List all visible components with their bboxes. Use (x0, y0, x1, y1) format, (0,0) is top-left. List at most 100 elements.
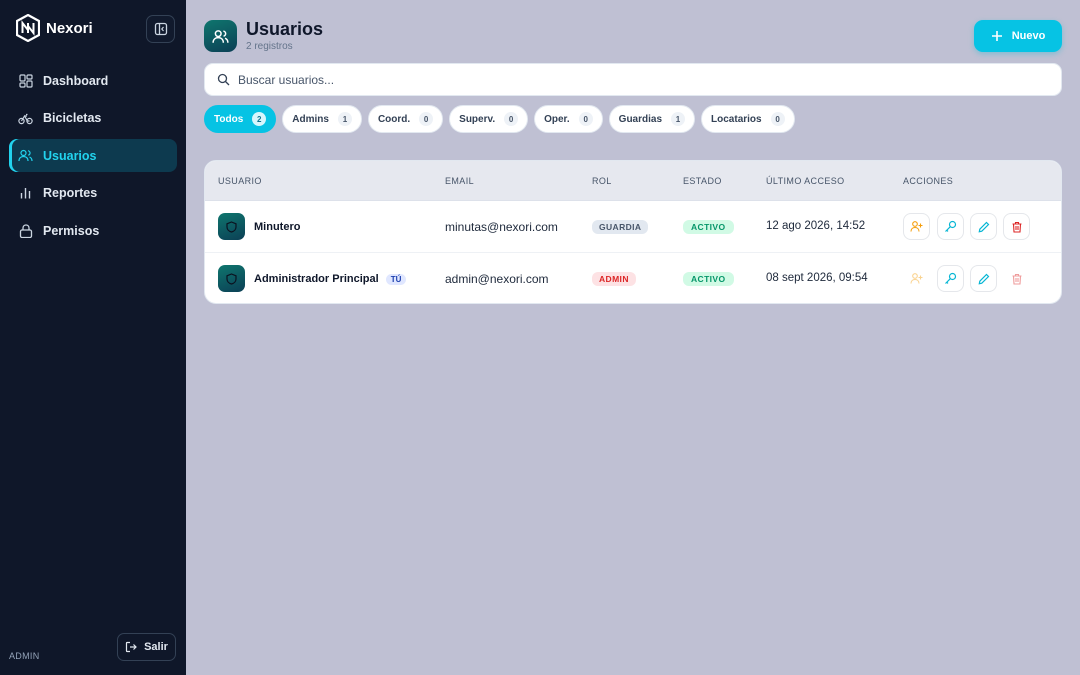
user-name: Administrador Principal TÚ (254, 273, 407, 285)
sidebar-item-label: Usuarios (43, 148, 97, 163)
user-plus-icon (910, 221, 923, 232)
brand[interactable]: Nexori (16, 14, 93, 42)
status-badge: ACTIVO (683, 272, 734, 286)
reset-password-button[interactable] (937, 213, 964, 240)
edit-user-button[interactable] (970, 213, 997, 240)
chip-count: 1 (671, 112, 686, 126)
brand-name: Nexori (46, 19, 93, 37)
bicycle-icon (18, 111, 33, 126)
filter-chip-oper[interactable]: Oper. 0 (534, 105, 603, 133)
chip-count: 2 (252, 112, 267, 126)
nexori-logo-icon (16, 14, 40, 42)
sidebar-nav: Dashboard Bicicletas Usuarios Reportes P… (9, 64, 177, 252)
bar-chart-icon (18, 186, 33, 201)
filter-chip-coord[interactable]: Coord. 0 (367, 105, 444, 133)
plus-icon (991, 31, 1002, 41)
sidebar-item-permisos[interactable]: Permisos (9, 214, 177, 247)
filter-chip-todos[interactable]: Todos 2 (204, 105, 277, 133)
user-name: Minutero (254, 221, 300, 233)
logout-button[interactable]: Salir (117, 633, 176, 661)
user-name-text: Minutero (254, 221, 301, 233)
users-icon (18, 148, 33, 163)
logout-label: Salir (144, 641, 168, 653)
chip-label: Guardias (618, 113, 663, 125)
current-user-badge: TÚ (385, 273, 407, 285)
filter-chip-guardias[interactable]: Guardias 1 (608, 105, 696, 133)
page-icon (204, 20, 237, 52)
sidebar-item-bicicletas[interactable]: Bicicletas (9, 102, 177, 135)
sidebar-item-label: Bicicletas (43, 111, 102, 125)
page-title: Usuarios (246, 19, 324, 39)
assign-role-button[interactable] (903, 213, 930, 240)
delete-user-button (1003, 265, 1030, 292)
filter-chip-admins[interactable]: Admins 1 (282, 105, 362, 133)
chip-label: Superv. (459, 113, 496, 125)
chip-count: 0 (770, 112, 785, 126)
shield-icon (226, 272, 237, 285)
delete-user-button[interactable] (1003, 213, 1030, 240)
chip-label: Coord. (377, 113, 411, 125)
chip-count: 1 (337, 112, 352, 126)
sidebar-item-label: Dashboard (43, 73, 109, 88)
column-header-rol[interactable]: ROL (592, 176, 612, 186)
sidebar-item-usuarios[interactable]: Usuarios (9, 139, 177, 172)
last-access: 08 sept 2026, 09:54 (766, 272, 868, 284)
users-table: USUARIO EMAIL ROL ESTADO ÚLTIMO ACCESO A… (204, 160, 1062, 304)
sidebar-item-dashboard[interactable]: Dashboard (9, 64, 177, 97)
role-badge: GUARDIA (592, 220, 649, 234)
key-icon (945, 220, 957, 232)
key-icon (945, 272, 957, 284)
trash-icon (1012, 273, 1021, 285)
table-header: USUARIO EMAIL ROL ESTADO ÚLTIMO ACCESO A… (205, 161, 1061, 201)
reset-password-button[interactable] (937, 265, 964, 292)
trash-icon (1012, 221, 1021, 233)
search-input[interactable] (238, 72, 1018, 87)
pencil-icon (978, 221, 989, 232)
avatar (218, 213, 245, 240)
column-header-usuario[interactable]: USUARIO (218, 176, 262, 186)
search-bar[interactable] (204, 63, 1062, 96)
record-count: 2 registros (246, 41, 293, 52)
column-header-email[interactable]: EMAIL (445, 176, 474, 186)
chip-label: Todos (214, 113, 244, 125)
user-plus-icon (910, 273, 923, 284)
search-icon (217, 73, 230, 86)
logout-icon (125, 641, 137, 653)
status-badge: ACTIVO (683, 220, 734, 234)
assign-role-button (903, 265, 930, 292)
user-name-text: Administrador Principal (254, 273, 379, 285)
edit-user-button[interactable] (970, 265, 997, 292)
chip-count: 0 (419, 112, 434, 126)
filter-chip-locatarios[interactable]: Locatarios 0 (701, 105, 795, 133)
user-role-label: ADMIN (9, 651, 40, 661)
avatar (218, 265, 245, 292)
column-header-ultimo-acceso[interactable]: ÚLTIMO ACCESO (766, 176, 845, 186)
column-header-estado[interactable]: ESTADO (683, 176, 722, 186)
user-email: admin@nexori.com (445, 272, 549, 286)
dashboard-icon (18, 73, 33, 88)
sidebar-item-label: Reportes (43, 186, 98, 200)
shield-icon (226, 220, 237, 233)
sidebar-item-label: Permisos (43, 223, 100, 238)
chip-count: 0 (504, 112, 519, 126)
lock-icon (18, 223, 33, 238)
sidebar-toggle-icon (154, 22, 167, 36)
pencil-icon (978, 273, 989, 284)
last-access: 12 ago 2026, 14:52 (766, 220, 866, 232)
role-filter-chips: Todos 2 Admins 1 Coord. 0 Superv. 0 Oper. 0 G… (204, 105, 795, 133)
collapse-sidebar-button[interactable] (146, 15, 175, 43)
chip-label: Oper. (544, 113, 570, 125)
new-user-button[interactable]: Nuevo (974, 20, 1062, 52)
column-header-acciones: ACCIONES (903, 176, 954, 186)
role-badge: ADMIN (592, 272, 636, 286)
filter-chip-superv[interactable]: Superv. 0 (449, 105, 529, 133)
table-row[interactable]: Administrador Principal TÚ admin@nexori.… (205, 253, 1061, 303)
new-button-label: Nuevo (1011, 30, 1046, 42)
sidebar: Nexori Dashboard Bicicletas Usuarios Rep… (0, 0, 186, 675)
user-email: minutas@nexori.com (445, 220, 558, 234)
users-icon (212, 29, 229, 43)
chip-count: 0 (578, 112, 593, 126)
table-row[interactable]: Minutero minutas@nexori.com GUARDIA ACTI… (205, 201, 1061, 253)
sidebar-item-reportes[interactable]: Reportes (9, 177, 177, 210)
chip-label: Locatarios (711, 113, 762, 125)
